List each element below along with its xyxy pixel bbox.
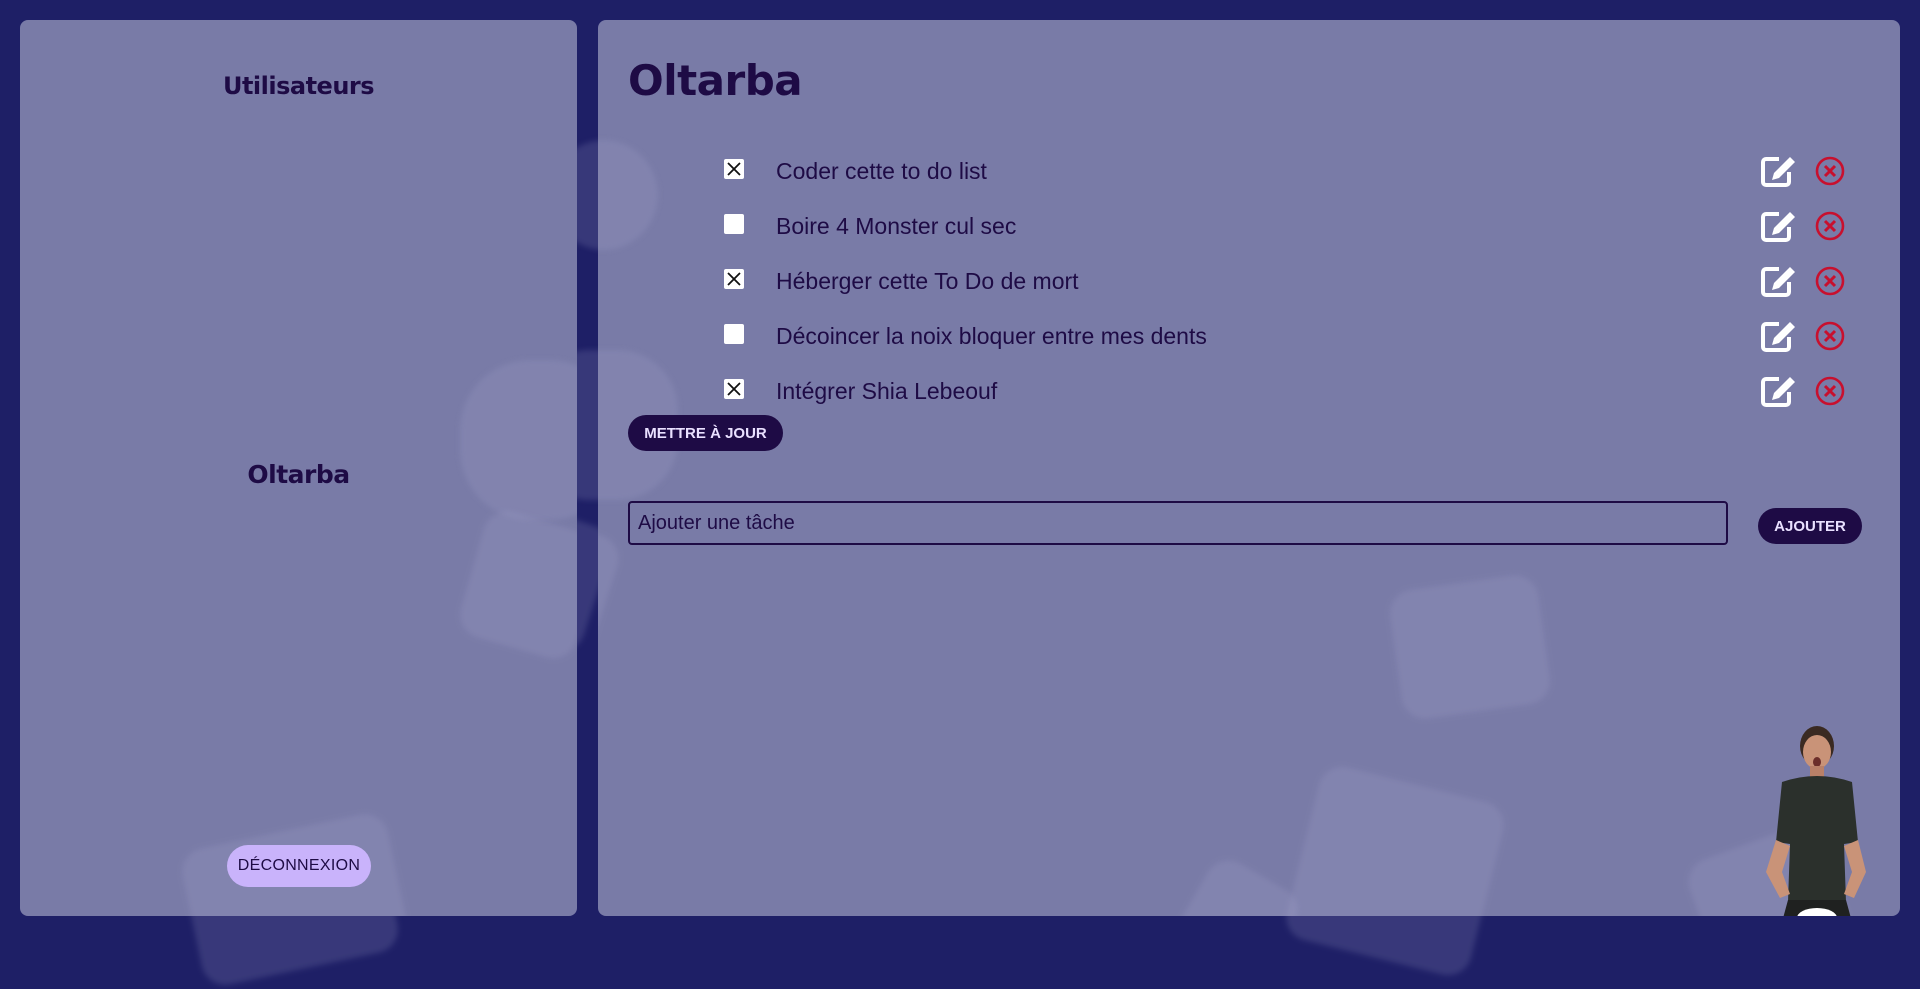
update-button[interactable]: METTRE À JOUR — [628, 415, 783, 451]
edit-icon[interactable] — [1760, 154, 1798, 188]
edit-icon[interactable] — [1760, 319, 1798, 353]
todo-text: Coder cette to do list — [776, 158, 987, 184]
todo-row: Coder cette to do list — [598, 148, 1900, 203]
person-figure — [1766, 726, 1866, 916]
todo-text: Intégrer Shia Lebeouf — [776, 378, 998, 404]
todo-checkbox[interactable] — [724, 214, 744, 234]
todo-list: Coder cette to do list Boire 4 Monster c… — [598, 148, 1900, 423]
delete-icon[interactable] — [1814, 375, 1846, 407]
check-x-icon — [727, 162, 741, 176]
check-x-icon — [727, 272, 741, 286]
delete-icon[interactable] — [1814, 155, 1846, 187]
add-task-button[interactable]: AJOUTER — [1758, 508, 1862, 544]
todo-text: Boire 4 Monster cul sec — [776, 213, 1017, 239]
todo-row: Héberger cette To Do de mort — [598, 258, 1900, 313]
todo-text: Décoincer la noix bloquer entre mes dent… — [776, 323, 1207, 349]
check-x-icon — [727, 382, 741, 396]
logout-button[interactable]: DÉCONNEXION — [227, 845, 371, 887]
todo-checkbox[interactable] — [724, 324, 744, 344]
edit-icon[interactable] — [1760, 374, 1798, 408]
new-task-input[interactable] — [628, 501, 1728, 545]
todo-row: Intégrer Shia Lebeouf — [598, 368, 1900, 423]
users-panel: Utilisateurs Oltarba DÉCONNEXION — [20, 20, 577, 916]
delete-icon[interactable] — [1814, 265, 1846, 297]
todo-panel: Oltarba Coder cette to do list Boire 4 M… — [598, 20, 1900, 916]
users-title: Utilisateurs — [222, 72, 375, 100]
todo-checkbox[interactable] — [724, 159, 744, 179]
delete-icon[interactable] — [1814, 210, 1846, 242]
page-title: Oltarba — [628, 56, 803, 105]
user-item-oltarba[interactable]: Oltarba — [20, 460, 577, 489]
edit-icon[interactable] — [1760, 264, 1798, 298]
todo-row: Boire 4 Monster cul sec — [598, 203, 1900, 258]
delete-icon[interactable] — [1814, 320, 1846, 352]
todo-checkbox[interactable] — [724, 269, 744, 289]
todo-text: Héberger cette To Do de mort — [776, 268, 1079, 294]
todo-row: Décoincer la noix bloquer entre mes dent… — [598, 313, 1900, 368]
todo-checkbox[interactable] — [724, 379, 744, 399]
edit-icon[interactable] — [1760, 209, 1798, 243]
